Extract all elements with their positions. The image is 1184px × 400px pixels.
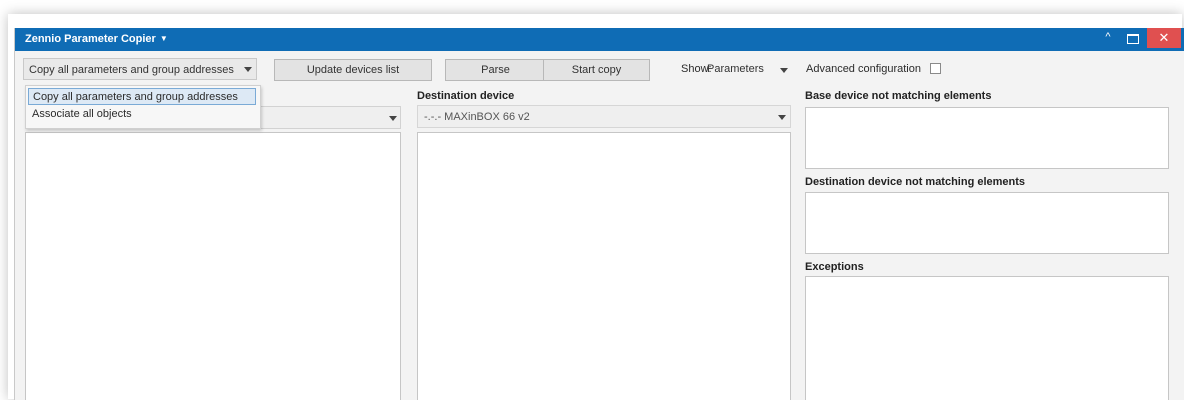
chevron-down-icon: [244, 67, 252, 72]
mode-select-value: Copy all parameters and group addresses: [29, 64, 234, 76]
close-icon: ✕: [1158, 30, 1170, 45]
maximize-icon: [1127, 34, 1139, 44]
base-not-matching-list[interactable]: [805, 107, 1169, 169]
mode-dropdown-list: Copy all parameters and group addresses …: [25, 85, 261, 129]
base-not-matching-title: Base device not matching elements: [805, 90, 992, 102]
chevron-down-icon: [780, 68, 788, 73]
destination-not-matching-list[interactable]: [805, 192, 1169, 254]
destination-device-title: Destination device: [417, 90, 515, 102]
maximize-button[interactable]: [1121, 28, 1143, 51]
advanced-config-label: Advanced configuration: [806, 63, 921, 75]
destination-device-tree[interactable]: [417, 132, 791, 400]
destination-not-matching-title: Destination device not matching elements: [805, 176, 1026, 188]
update-devices-button[interactable]: Update devices list: [274, 59, 432, 81]
base-device-tree[interactable]: [25, 132, 401, 400]
show-select[interactable]: Parameters: [705, 59, 795, 81]
title-bar[interactable]: Zennio Parameter Copier ▼ ^ ✕: [15, 28, 1184, 51]
advanced-config-checkbox[interactable]: [930, 63, 941, 74]
exceptions-title: Exceptions: [805, 261, 864, 273]
chevron-down-icon: [389, 116, 397, 121]
mode-select[interactable]: Copy all parameters and group addresses: [23, 58, 257, 80]
minimize-icon: ^: [1105, 31, 1111, 43]
chevron-down-icon: [778, 115, 786, 120]
show-select-value: Parameters: [707, 63, 764, 75]
close-button[interactable]: ✕: [1147, 28, 1181, 48]
dropdown-option-copy-all[interactable]: Copy all parameters and group addresses: [28, 88, 256, 105]
toolbar: Copy all parameters and group addresses …: [15, 51, 1184, 85]
dropdown-option-associate[interactable]: Associate all objects: [28, 106, 256, 123]
destination-device-value: -.-.- MAXinBOX 66 v2: [424, 111, 530, 123]
destination-device-select[interactable]: -.-.- MAXinBOX 66 v2: [417, 105, 791, 128]
window-title: Zennio Parameter Copier: [25, 33, 156, 45]
title-caret-icon: ▼: [159, 34, 168, 43]
exceptions-list[interactable]: [805, 276, 1169, 400]
start-copy-button[interactable]: Start copy: [543, 59, 650, 81]
window-title-menu[interactable]: Zennio Parameter Copier ▼: [25, 33, 168, 45]
app-window: Zennio Parameter Copier ▼ ^ ✕ Copy all pa…: [14, 28, 1184, 400]
parse-button[interactable]: Parse: [445, 59, 546, 81]
